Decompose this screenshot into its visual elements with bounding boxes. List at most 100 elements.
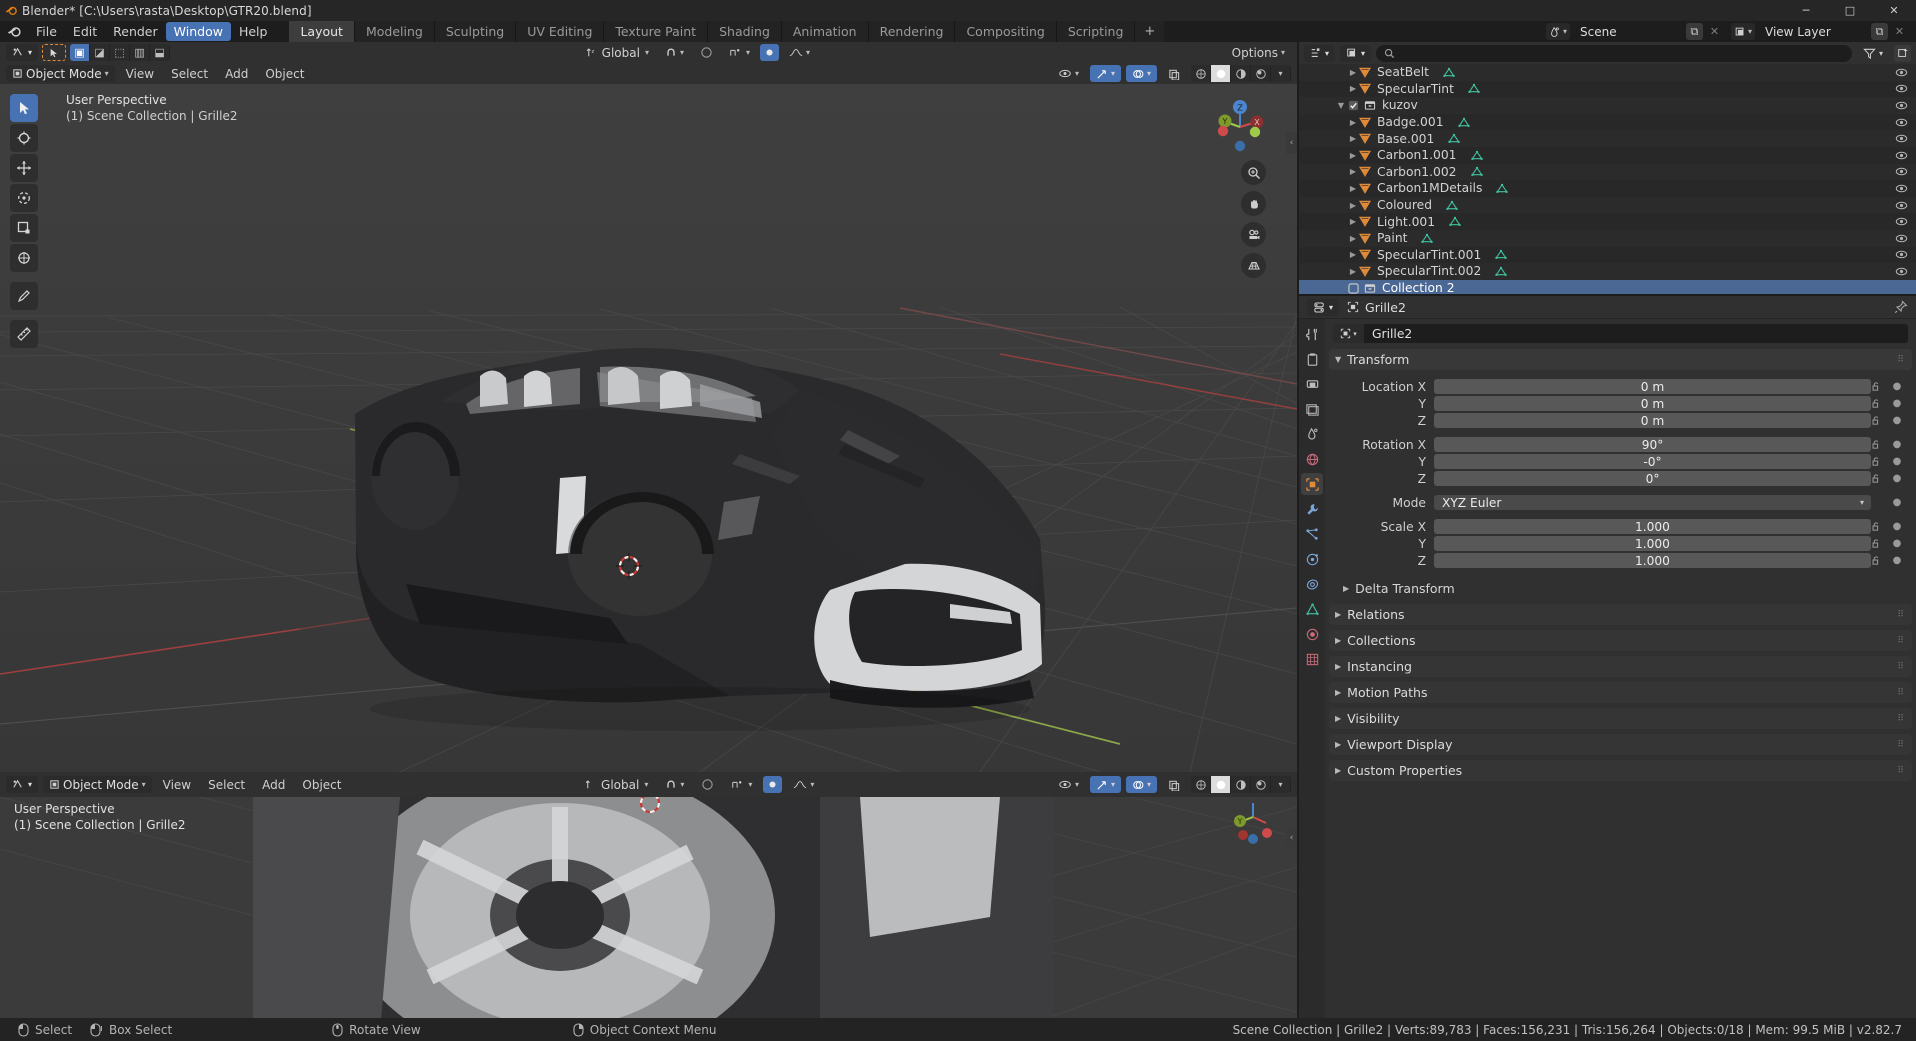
rotation-mode-animate-dot[interactable]: ●	[1890, 497, 1904, 508]
mesh-data-icon[interactable]	[1470, 150, 1483, 161]
visibility-eye-icon[interactable]	[1895, 200, 1908, 211]
gizmo-toggle-icon-2[interactable]: ▾	[1089, 776, 1121, 793]
pan-hand-icon[interactable]	[1241, 191, 1266, 216]
menu-window[interactable]: Window	[165, 22, 231, 41]
new-scene-button[interactable]: ⧉	[1685, 23, 1703, 40]
tool-move-icon[interactable]	[10, 154, 38, 182]
object-name-input[interactable]: Grille2	[1364, 324, 1908, 343]
outliner-row[interactable]: ▶ SpecularTint.001	[1299, 247, 1916, 264]
close-button[interactable]: ✕	[1872, 0, 1916, 21]
solid-shading-icon-2[interactable]	[1211, 776, 1232, 793]
rendered-shading-icon-2[interactable]	[1251, 776, 1272, 793]
chevron-right-icon[interactable]: ▶	[1347, 217, 1359, 226]
scale-y-lock-icon[interactable]	[1871, 538, 1890, 549]
panel-collections[interactable]: ▶ Collections ⠿	[1329, 630, 1912, 651]
proportional-editing-toggle-2[interactable]	[763, 776, 783, 793]
scale-z-input[interactable]: 1.000	[1434, 553, 1871, 569]
gizmo-toggle-icon[interactable]: ▾	[1089, 65, 1121, 82]
falloff-curve-icon[interactable]: ▾	[783, 44, 816, 61]
remove-view-layer-button[interactable]: ✕	[1891, 23, 1908, 40]
tab-texture-paint[interactable]: Texture Paint	[604, 21, 709, 42]
viewport-menu-add[interactable]: Add	[219, 65, 254, 82]
outliner-row[interactable]: ▶ Light.001	[1299, 213, 1916, 230]
mesh-data-icon[interactable]	[1446, 200, 1458, 211]
tab-scene[interactable]	[1301, 423, 1323, 445]
viewport-3d-bottom[interactable]: Y User Perspective (1) Scene Collection …	[0, 797, 1297, 1032]
chevron-right-icon[interactable]: ▶	[1347, 134, 1359, 143]
rotation-y-lock-icon[interactable]	[1871, 456, 1890, 467]
visibility-filter-icon[interactable]: ▾	[1052, 65, 1085, 82]
outliner-row[interactable]: ▶ Carbon1.002	[1299, 163, 1916, 181]
panel-visibility[interactable]: ▶ Visibility ⠿	[1329, 708, 1912, 729]
view-layer-browse-icon[interactable]: ▾	[1730, 23, 1755, 40]
mesh-data-icon[interactable]	[1470, 166, 1483, 177]
editor-type-button-2[interactable]: ▾	[6, 776, 39, 793]
mesh-data-icon[interactable]	[1449, 216, 1461, 227]
location-z-lock-icon[interactable]	[1871, 415, 1890, 426]
tab-tool[interactable]	[1301, 323, 1323, 345]
rotation-x-input[interactable]: 90°	[1434, 437, 1871, 453]
view-layer-name-field[interactable]: View Layer	[1758, 23, 1868, 40]
scale-x-input[interactable]: 1.000	[1434, 519, 1871, 535]
outliner-row[interactable]: ▶ Badge.001	[1299, 114, 1916, 131]
tab-shading[interactable]: Shading	[708, 21, 782, 42]
tab-render[interactable]	[1301, 348, 1323, 370]
viewport2-menu-object[interactable]: Object	[296, 776, 347, 793]
chevron-right-icon[interactable]: ▶	[1347, 184, 1359, 193]
panel-viewport-display-drag-icon[interactable]: ⠿	[1897, 740, 1905, 750]
tab-modeling[interactable]: Modeling	[354, 21, 435, 42]
visibility-eye-icon[interactable]	[1895, 166, 1908, 177]
tab-particles[interactable]	[1301, 523, 1323, 545]
mesh-data-icon[interactable]	[1495, 249, 1507, 260]
viewport2-menu-select[interactable]: Select	[202, 776, 251, 793]
tab-view-layer[interactable]	[1301, 398, 1323, 420]
properties-editor-type-button[interactable]: ▾	[1307, 298, 1340, 316]
visibility-eye-icon[interactable]	[1895, 249, 1908, 260]
viewport2-menu-add[interactable]: Add	[256, 776, 291, 793]
chevron-down-icon[interactable]: ▼	[1335, 101, 1347, 110]
object-mode-dropdown[interactable]: Object Mode ▾	[6, 65, 115, 82]
viewport-menu-view[interactable]: View	[120, 65, 160, 82]
mesh-data-icon[interactable]	[1457, 117, 1470, 128]
chevron-right-icon[interactable]: ▶	[1347, 201, 1359, 210]
unlink-scene-button[interactable]: ✕	[1706, 23, 1723, 40]
object-type-icon[interactable]: ▾	[1333, 324, 1364, 343]
viewport-menu-object[interactable]: Object	[259, 65, 310, 82]
viewport-menu-select[interactable]: Select	[165, 65, 214, 82]
chevron-right-icon[interactable]: ▶	[1347, 267, 1359, 276]
tab-object-data[interactable]	[1301, 598, 1323, 620]
mesh-data-icon[interactable]	[1468, 83, 1480, 94]
tab-physics[interactable]	[1301, 548, 1323, 570]
new-view-layer-button[interactable]: ⧉	[1871, 23, 1888, 40]
transform-panel-header[interactable]: ▼ Transform ⠿	[1329, 349, 1912, 370]
tweak-tool-icon[interactable]	[42, 44, 67, 61]
select-intersect-icon[interactable]: ⬓	[150, 44, 171, 61]
tab-material[interactable]	[1301, 623, 1323, 645]
mesh-data-icon[interactable]	[1495, 266, 1507, 277]
chevron-right-icon[interactable]: ▶	[1347, 234, 1359, 243]
visibility-eye-icon[interactable]	[1895, 150, 1908, 161]
tab-rendering[interactable]: Rendering	[868, 21, 956, 42]
select-box-icon[interactable]: ▣	[70, 44, 91, 61]
visibility-eye-icon[interactable]	[1895, 266, 1908, 277]
maximize-button[interactable]: □	[1828, 0, 1872, 21]
outliner-row[interactable]: ▶ Carbon1.001	[1299, 147, 1916, 164]
outliner-row[interactable]: ▶ Base.001	[1299, 130, 1916, 147]
wireframe-shading-icon-2[interactable]	[1191, 776, 1212, 793]
location-x-lock-icon[interactable]	[1871, 381, 1890, 392]
scale-z-animate-dot[interactable]: ●	[1890, 555, 1904, 566]
scale-z-lock-icon[interactable]	[1871, 555, 1890, 566]
outliner-display-mode-button[interactable]: ▾	[1340, 44, 1372, 62]
pin-icon[interactable]	[1894, 300, 1908, 314]
rotation-z-input[interactable]: 0°	[1434, 471, 1871, 487]
tab-texture[interactable]	[1301, 648, 1323, 670]
tab-compositing[interactable]: Compositing	[955, 21, 1057, 42]
tab-constraints[interactable]	[1301, 573, 1323, 595]
falloff-curve-icon-2[interactable]: ▾	[787, 776, 820, 793]
panel-motion-paths[interactable]: ▶ Motion Paths ⠿	[1329, 682, 1912, 703]
select-invert-icon[interactable]: ▥	[130, 44, 151, 61]
menu-help[interactable]: Help	[231, 22, 276, 41]
outliner-row[interactable]: ▶ Paint	[1299, 229, 1916, 247]
mesh-data-icon[interactable]	[1448, 133, 1460, 144]
panel-visibility-drag-icon[interactable]: ⠿	[1897, 714, 1905, 724]
